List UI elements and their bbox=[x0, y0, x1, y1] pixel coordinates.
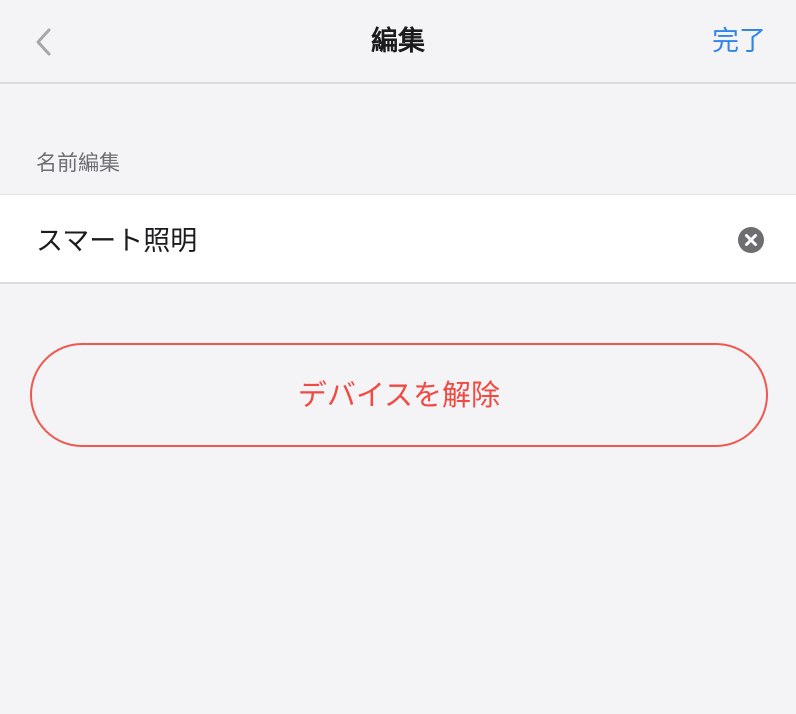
remove-device-button[interactable]: デバイスを解除 bbox=[30, 343, 768, 447]
done-button[interactable]: 完了 bbox=[712, 24, 766, 60]
navigation-bar: 編集 完了 bbox=[0, 0, 796, 84]
remove-device-label: デバイスを解除 bbox=[297, 378, 501, 412]
name-section-label: 名前編集 bbox=[36, 151, 120, 175]
device-name-input[interactable] bbox=[36, 218, 716, 258]
clear-circle-icon[interactable] bbox=[737, 226, 765, 254]
name-edit-row bbox=[0, 194, 796, 284]
page-title: 編集 bbox=[371, 26, 425, 57]
